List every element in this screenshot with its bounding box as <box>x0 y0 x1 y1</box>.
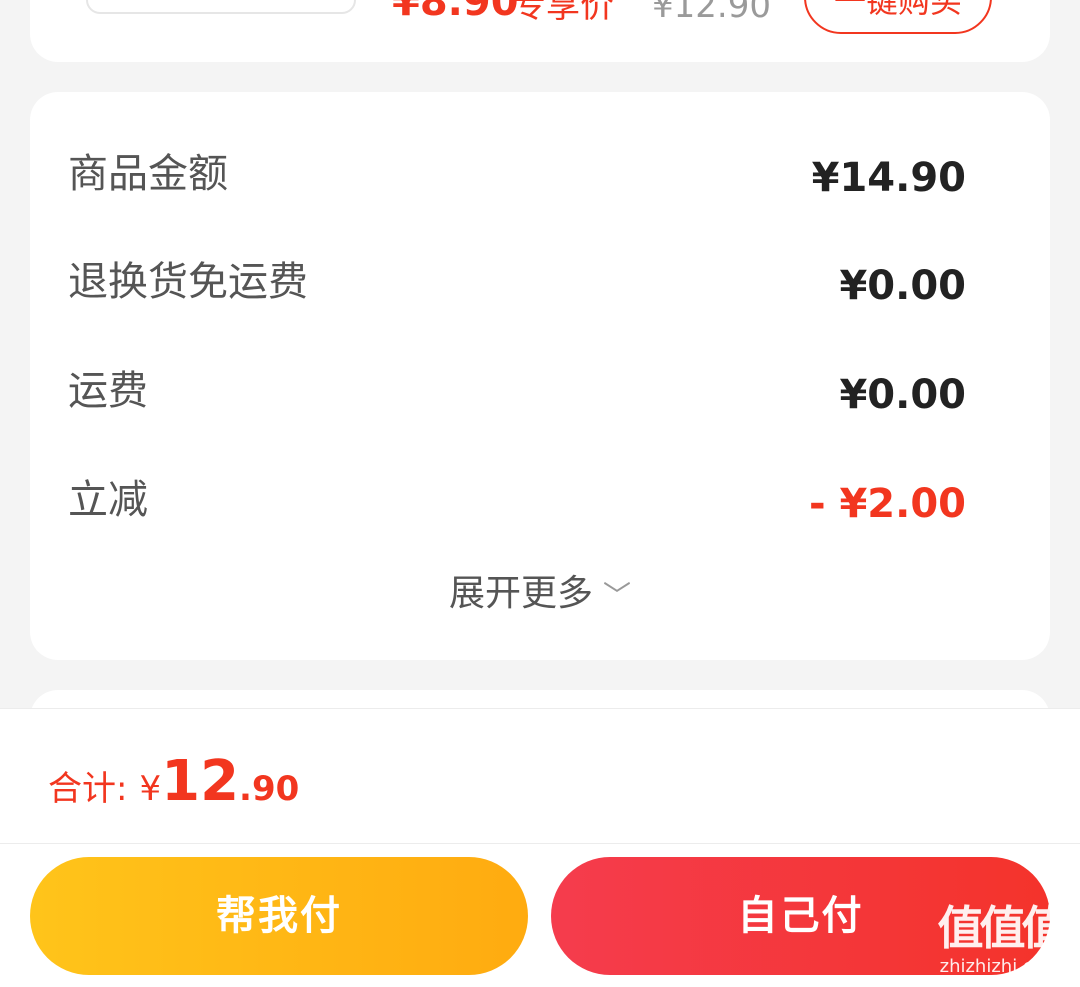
summary-row-instant-discount: 立减 - ¥2.00 <box>30 470 1050 530</box>
expand-more-label: 展开更多 <box>448 573 593 614</box>
checkout-bar: 合计: ¥12.90 帮我付 自己付 <box>0 708 1080 987</box>
summary-label: 运费 <box>68 368 148 414</box>
total-decimal: .90 <box>239 769 300 809</box>
summary-label: 退换货免运费 <box>68 259 308 305</box>
total-amount: 合计: ¥12.90 <box>48 749 299 814</box>
summary-value: ¥0.00 <box>839 263 966 309</box>
total-label: 合计: <box>48 769 128 809</box>
summary-value: ¥0.00 <box>839 372 966 418</box>
summary-value: ¥14.90 <box>811 155 966 201</box>
summary-row-return-shipping: 退换货免运费 ¥0.00 <box>30 252 1050 312</box>
discount-value: - ¥2.00 <box>808 481 966 527</box>
summary-row-goods-amount: 商品金额 ¥14.90 <box>30 144 1050 204</box>
price-detail-card: 商品金额 ¥14.90 退换货免运费 ¥0.00 运费 ¥0.00 立减 - ¥… <box>30 92 1050 660</box>
order-confirm-page: ¥8.90 专享价 ¥12.90 一键购买 商品金额 ¥14.90 退换货免运费… <box>0 0 1080 987</box>
help-me-pay-button[interactable]: 帮我付 <box>30 857 528 975</box>
product-card: ¥8.90 专享价 ¥12.90 一键购买 <box>30 0 1050 62</box>
product-price: ¥8.90 <box>392 0 519 25</box>
product-thumbnail[interactable] <box>86 0 356 14</box>
exclusive-price-tag: 专享价 <box>512 0 614 26</box>
one-click-buy-button[interactable]: 一键购买 <box>804 0 992 34</box>
expand-more-button[interactable]: 展开更多 ﹀ <box>30 566 1050 624</box>
summary-row-shipping: 运费 ¥0.00 <box>30 361 1050 421</box>
total-integer: 12 <box>161 749 240 814</box>
pay-myself-button[interactable]: 自己付 <box>551 857 1050 975</box>
currency-symbol: ¥ <box>139 769 162 809</box>
original-price: ¥12.90 <box>652 0 771 26</box>
summary-label: 立减 <box>68 477 148 523</box>
divider <box>0 843 1080 844</box>
summary-label: 商品金额 <box>68 151 228 197</box>
chevron-down-icon: ﹀ <box>603 579 632 612</box>
